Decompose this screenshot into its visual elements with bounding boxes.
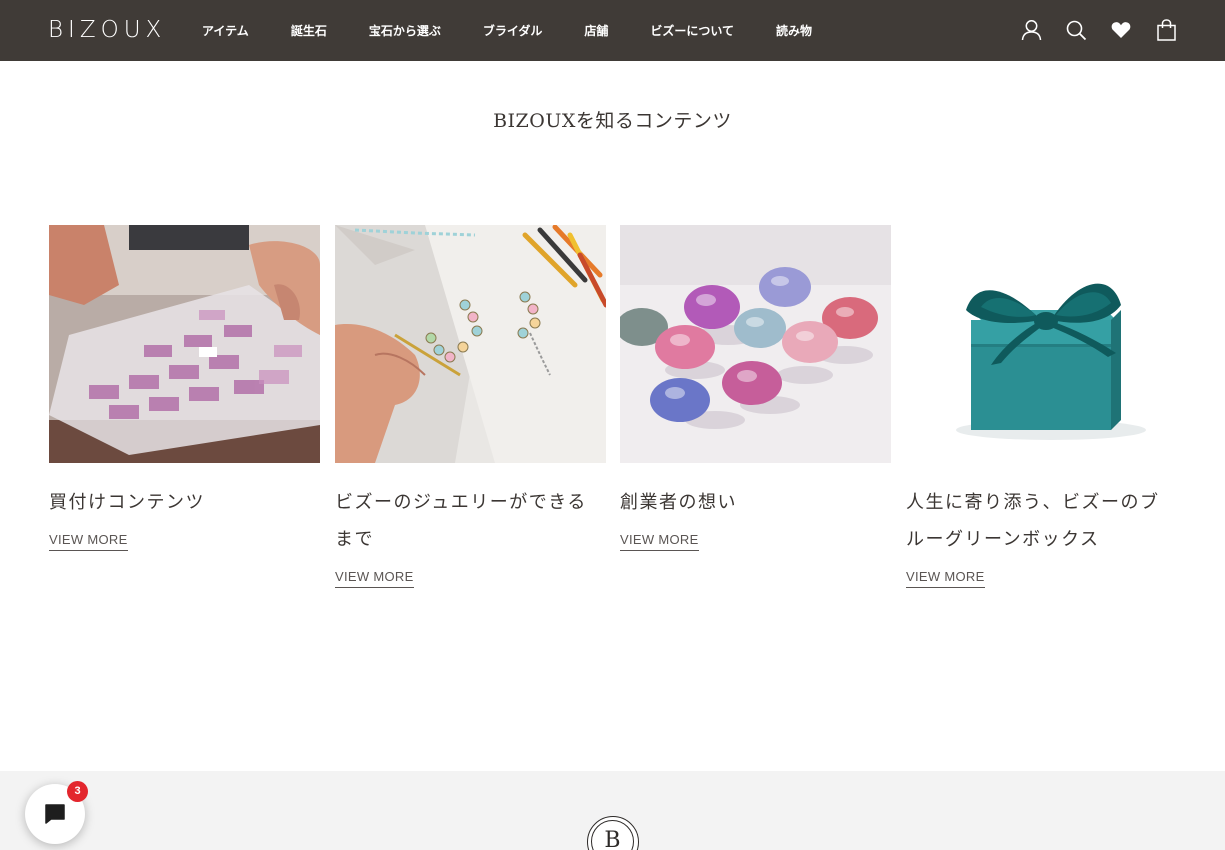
nav-item-items[interactable]: アイテム bbox=[202, 22, 249, 39]
header-icons bbox=[997, 17, 1177, 43]
blue-green-box-photo[interactable] bbox=[906, 225, 1177, 463]
view-more-link[interactable]: VIEW MORE bbox=[620, 532, 699, 551]
loose-gemstones-photo[interactable] bbox=[620, 225, 891, 463]
site-logo[interactable]: BIZOUX bbox=[48, 16, 166, 44]
section-title: BIZOUXを知るコンテンツ bbox=[493, 110, 732, 132]
chat-bubble-icon bbox=[45, 804, 65, 824]
chat-unread-badge: 3 bbox=[67, 781, 88, 802]
nav-item-birthstone[interactable]: 誕生石 bbox=[291, 22, 327, 39]
content-card-buying: 買付けコンテンツ VIEW MORE bbox=[49, 225, 320, 551]
card-title: 創業者の想い bbox=[620, 492, 737, 513]
footer-logo-emblem: B bbox=[587, 816, 639, 850]
view-more-link[interactable]: VIEW MORE bbox=[906, 569, 985, 588]
card-title: 買付けコンテンツ bbox=[49, 492, 205, 513]
site-footer: B bbox=[0, 771, 1225, 850]
card-title: ビズーのジュエリーができるまで bbox=[335, 492, 587, 550]
nav-item-about[interactable]: ビズーについて bbox=[650, 22, 734, 39]
jewelry-sketch-photo[interactable] bbox=[335, 225, 606, 463]
account-icon[interactable] bbox=[1020, 17, 1042, 43]
main-nav: アイテム 誕生石 宝石から選ぶ ブライダル 店舗 ビズーについて 読み物 bbox=[202, 0, 854, 61]
wishlist-heart-icon[interactable] bbox=[1110, 17, 1132, 43]
nav-item-reading[interactable]: 読み物 bbox=[776, 22, 812, 39]
content-card-founder: 創業者の想い VIEW MORE bbox=[620, 225, 891, 551]
nav-item-stores[interactable]: 店舗 bbox=[584, 22, 608, 39]
gemstone-tray-photo[interactable] bbox=[49, 225, 320, 463]
card-title: 人生に寄り添う、ビズーのブルーグリーンボックス bbox=[906, 492, 1160, 550]
footer-logo-letter: B bbox=[591, 820, 634, 850]
site-header: BIZOUX アイテム 誕生石 宝石から選ぶ ブライダル 店舗 ビズーについて … bbox=[0, 0, 1225, 61]
content-card-box: 人生に寄り添う、ビズーのブルーグリーンボックス VIEW MORE bbox=[906, 225, 1177, 588]
view-more-link[interactable]: VIEW MORE bbox=[335, 569, 414, 588]
nav-item-by-gemstone[interactable]: 宝石から選ぶ bbox=[369, 22, 441, 39]
content-card-making: ビズーのジュエリーができるまで VIEW MORE bbox=[335, 225, 606, 588]
search-icon[interactable] bbox=[1065, 17, 1087, 43]
nav-item-bridal[interactable]: ブライダル bbox=[483, 22, 543, 39]
cart-bag-icon[interactable] bbox=[1155, 17, 1177, 43]
view-more-link[interactable]: VIEW MORE bbox=[49, 532, 128, 551]
